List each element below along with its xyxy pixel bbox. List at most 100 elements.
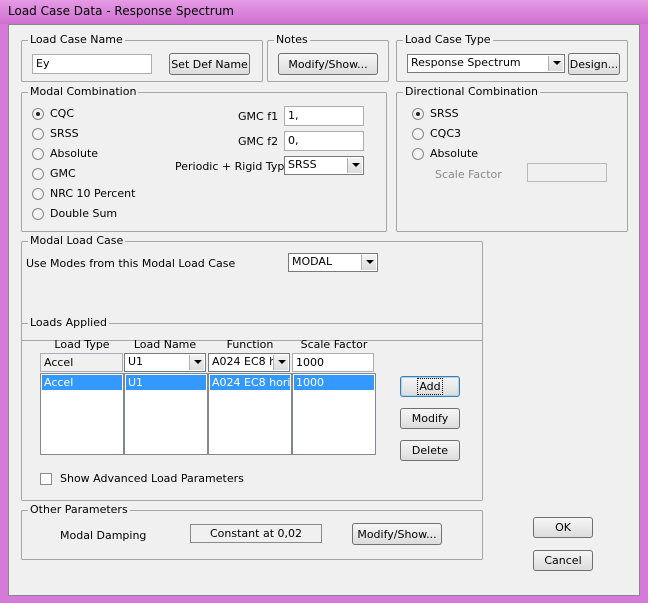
radio-absolute-label: Absolute (50, 147, 99, 160)
radio-icon (32, 207, 44, 220)
radio-icon (412, 147, 424, 160)
table-row[interactable]: Accel (42, 375, 122, 390)
ok-button[interactable]: OK (533, 517, 593, 538)
radio-srss[interactable]: SRSS (32, 127, 79, 140)
add-button[interactable]: Add (400, 376, 460, 397)
radio-icon (32, 147, 44, 160)
list-col-load-type[interactable]: Accel (40, 373, 124, 455)
edit-load-name-select[interactable]: U1 (124, 353, 206, 372)
chevron-down-icon[interactable] (189, 355, 204, 370)
gmc-f1-input[interactable]: 1, (284, 106, 364, 126)
dir-scale-factor-label: Scale Factor (435, 168, 502, 181)
list-col-function[interactable]: A024 EC8 horizo (208, 373, 292, 455)
edit-function-select[interactable]: A024 EC8 ho (208, 353, 290, 372)
loads-applied-legend: Loads Applied (28, 316, 109, 329)
chevron-down-icon[interactable] (347, 158, 362, 173)
modal-load-case-select[interactable]: MODAL (288, 253, 378, 272)
radio-icon (32, 127, 44, 140)
modal-damping-label: Modal Damping (60, 529, 147, 542)
other-parameters-group: Other Parameters Modal Damping Constant … (21, 503, 483, 560)
delete-button[interactable]: Delete (400, 440, 460, 461)
load-case-name-input[interactable]: Ey (32, 54, 152, 74)
table-row[interactable]: A024 EC8 horizo (210, 375, 290, 390)
radio-double-sum[interactable]: Double Sum (32, 207, 117, 220)
load-case-type-select[interactable]: Response Spectrum (407, 54, 565, 73)
radio-icon (412, 107, 424, 120)
col-header-load-name: Load Name (133, 338, 197, 351)
dir-scale-factor-input[interactable] (527, 163, 607, 182)
chevron-down-icon[interactable] (361, 255, 376, 270)
modal-load-case-legend: Modal Load Case (28, 234, 126, 247)
table-row[interactable]: U1 (126, 375, 206, 390)
load-case-name-group: Load Case Name Ey Set Def Name (21, 33, 263, 82)
radio-gmc[interactable]: GMC (32, 167, 76, 180)
modal-load-case-value: MODAL (292, 255, 333, 268)
radio-gmc-label: GMC (50, 167, 76, 180)
modal-damping-value: Constant at 0,02 (190, 524, 322, 543)
set-def-name-label: Set Def Name (171, 57, 248, 71)
notes-group: Notes Modify/Show... (267, 33, 389, 82)
load-case-type-legend: Load Case Type (403, 33, 493, 46)
periodic-rigid-type-select[interactable]: SRSS (284, 156, 364, 175)
col-header-load-type: Load Type (54, 338, 110, 351)
radio-icon (32, 107, 44, 120)
cancel-button[interactable]: Cancel (533, 550, 593, 571)
directional-combination-legend: Directional Combination (403, 85, 540, 98)
load-case-type-group: Load Case Type Response Spectrum Design.… (396, 33, 628, 82)
window-title: Load Case Data - Response Spectrum (8, 4, 234, 18)
radio-icon (32, 167, 44, 180)
radio-nrc-10-percent[interactable]: NRC 10 Percent (32, 187, 135, 200)
list-col-load-name[interactable]: U1 (124, 373, 208, 455)
gmc-f2-input[interactable]: 0, (284, 131, 364, 151)
dialog-body: Load Case Name Ey Set Def Name Notes Mod… (8, 24, 640, 596)
load-case-type-value: Response Spectrum (411, 56, 521, 69)
show-advanced-label: Show Advanced Load Parameters (60, 472, 244, 485)
use-modes-label: Use Modes from this Modal Load Case (26, 257, 236, 270)
col-header-function: Function (226, 338, 274, 351)
edit-scale-factor[interactable]: 1000 (292, 353, 374, 372)
design-button[interactable]: Design... (568, 53, 620, 75)
set-def-name-button[interactable]: Set Def Name (169, 53, 250, 75)
add-button-label: Add (417, 378, 443, 395)
radio-dir-cqc3[interactable]: CQC3 (412, 127, 461, 140)
table-row[interactable]: 1000 (294, 375, 374, 390)
radio-dir-cqc3-label: CQC3 (430, 127, 462, 140)
modify-button-label: Modify (411, 412, 449, 425)
notes-legend: Notes (274, 33, 310, 46)
radio-absolute[interactable]: Absolute (32, 147, 98, 160)
edit-load-type[interactable]: Accel (40, 353, 123, 372)
radio-dir-srss[interactable]: SRSS (412, 107, 459, 120)
modal-combination-group: Modal Combination CQC SRSS Absolute GMC … (21, 85, 387, 232)
gmc-f2-label: GMC f2 (238, 135, 279, 148)
chevron-down-icon[interactable] (548, 56, 563, 71)
chevron-down-icon[interactable] (273, 355, 288, 370)
radio-dir-srss-label: SRSS (430, 107, 459, 120)
list-col-scale-factor[interactable]: 1000 (292, 373, 376, 455)
radio-cqc-label: CQC (50, 107, 75, 120)
ok-button-label: OK (555, 521, 571, 534)
notes-modify-show-button[interactable]: Modify/Show... (278, 53, 378, 75)
damping-button-label: Modify/Show... (357, 527, 437, 541)
radio-icon (32, 187, 44, 200)
radio-nrc-label: NRC 10 Percent (50, 187, 136, 200)
show-advanced-checkbox[interactable]: Show Advanced Load Parameters (40, 472, 244, 485)
checkbox-icon (40, 472, 52, 485)
periodic-rigid-type-value: SRSS (288, 158, 317, 171)
modify-button[interactable]: Modify (400, 408, 460, 429)
radio-icon (412, 127, 424, 140)
radio-dir-absolute[interactable]: Absolute (412, 147, 478, 160)
gmc-f1-label: GMC f1 (238, 110, 279, 123)
radio-dir-absolute-label: Absolute (430, 147, 479, 160)
notes-button-label: Modify/Show... (288, 57, 368, 71)
loads-applied-group: Loads Applied Load Type Load Name Functi… (21, 316, 483, 501)
radio-srss-label: SRSS (50, 127, 79, 140)
delete-button-label: Delete (411, 444, 449, 457)
other-parameters-legend: Other Parameters (28, 503, 130, 516)
load-case-name-legend: Load Case Name (28, 33, 125, 46)
damping-modify-show-button[interactable]: Modify/Show... (352, 523, 442, 545)
title-bar[interactable]: Load Case Data - Response Spectrum (0, 0, 648, 24)
cancel-button-label: Cancel (544, 554, 582, 567)
radio-cqc[interactable]: CQC (32, 107, 74, 120)
radio-double-sum-label: Double Sum (50, 207, 118, 220)
modal-combination-legend: Modal Combination (28, 85, 139, 98)
